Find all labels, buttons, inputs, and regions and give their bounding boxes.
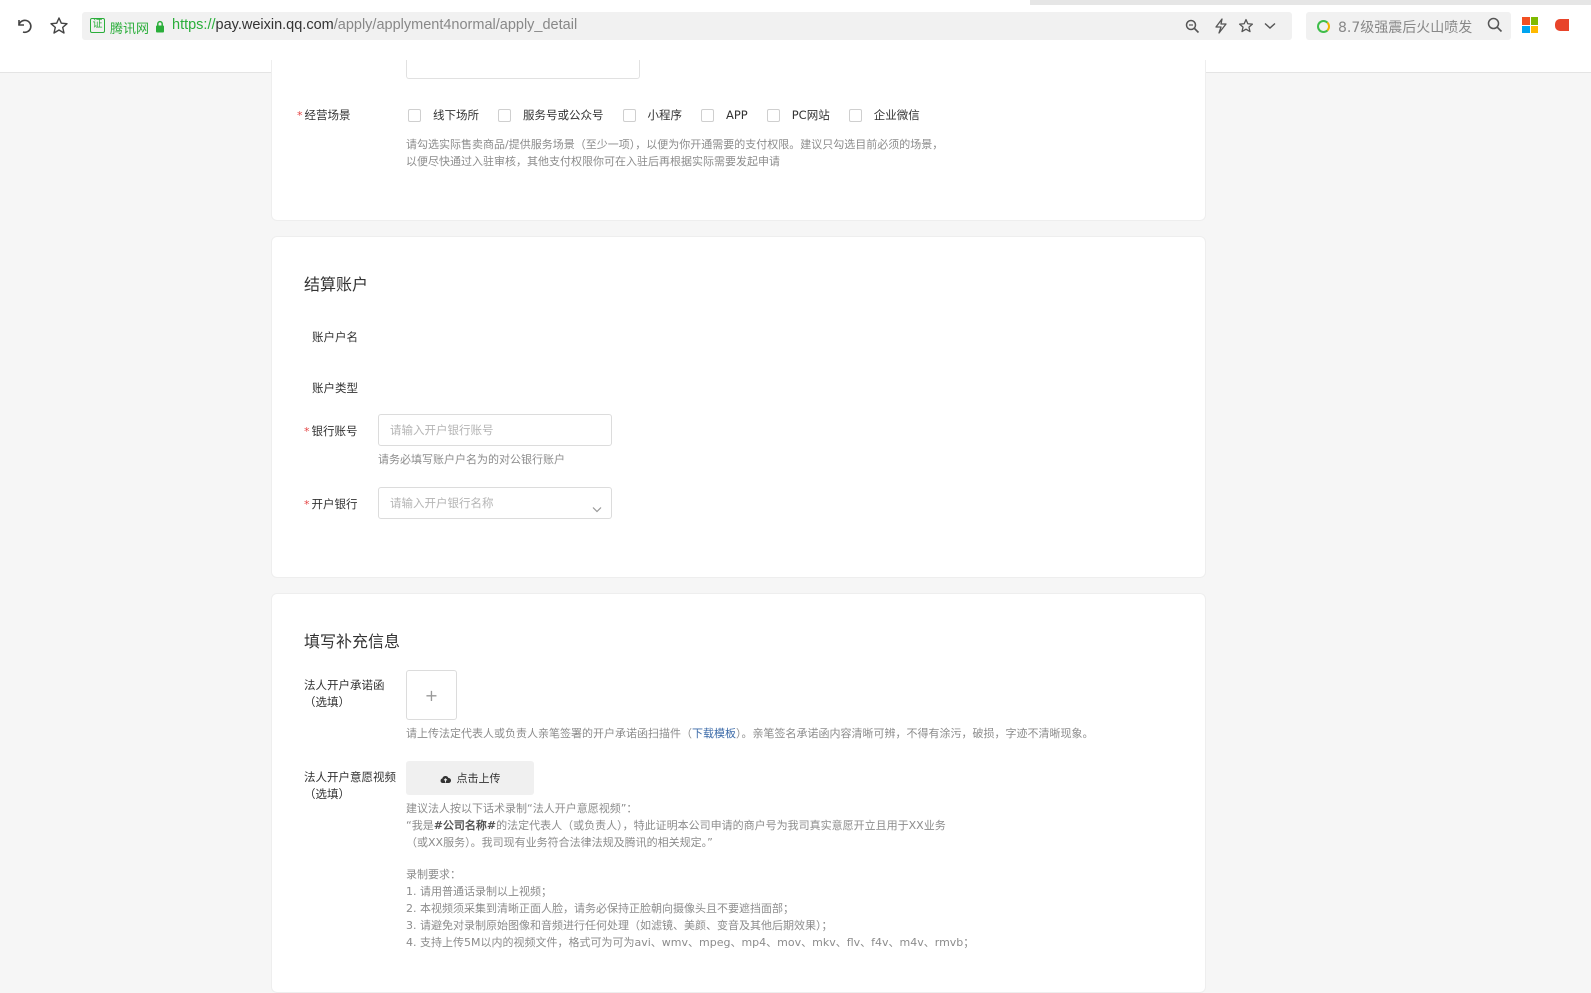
hint-text: 请上传法定代表人或负责人亲笔签署的开户承诺函扫描件（ [406, 727, 692, 740]
checkbox-wecom[interactable]: 企业微信 [848, 107, 920, 123]
checkbox-box[interactable] [622, 108, 636, 122]
intent-video-label: 法人开户意愿视频 （选填） [304, 769, 396, 803]
checkbox-label: 服务号或公众号 [523, 108, 604, 122]
hint-text: 的法定代表人（或负责人），特此证明本公司申请的商户号为我司真实意愿开立且用于XX… [496, 819, 946, 832]
chevron-down-icon[interactable] [592, 498, 602, 517]
url-host: pay.weixin.qq.com [215, 17, 334, 33]
hint-line: 以便尽快通过入驻审核，其他支付权限你可在入驻后再根据实际需要发起申请 [406, 155, 780, 168]
checkbox-mini-program[interactable]: 小程序 [622, 107, 683, 123]
upload-video-button[interactable]: 点击上传 [406, 761, 534, 795]
business-scene-label-text: 经营场景 [304, 108, 351, 122]
section-title: 结算账户 [304, 275, 369, 294]
requirements-title: 录制要求： [406, 868, 461, 881]
commitment-letter-label: 法人开户承诺函 （选填） [304, 677, 385, 711]
account-type-label: 账户类型 [312, 381, 358, 395]
address-bar[interactable]: 证 腾讯网 https://pay.weixin.qq.com/apply/ap… [82, 12, 1292, 40]
bank-account-hint: 请务必填写账户户名为的对公银行账户 [378, 453, 565, 466]
checkbox-box[interactable] [701, 108, 714, 122]
account-name-label: 账户户名 [312, 330, 358, 344]
checkbox-official-account[interactable]: 服务号或公众号 [498, 107, 604, 123]
company-name-placeholder: #公司名称# [433, 819, 497, 832]
checkbox-label: PC网站 [791, 108, 830, 122]
lock-icon [155, 18, 165, 37]
commitment-letter-upload[interactable]: + [406, 670, 457, 720]
settlement-account-card: 结算账户 账户户名 账户类型 *银行账号 请务必填写账户户名为的对公银行账户 *… [271, 236, 1206, 578]
certificate-icon[interactable]: 证 [90, 18, 105, 33]
hint-text: “我是 [406, 819, 434, 832]
game-icon[interactable] [1555, 19, 1569, 31]
business-scene-label: * 经营场景 [297, 107, 351, 123]
url-text[interactable]: https://pay.weixin.qq.com/apply/applymen… [172, 17, 577, 33]
label-line: 法人开户意愿视频 [304, 770, 396, 784]
chevron-down-icon[interactable] [1260, 16, 1280, 36]
checkbox-offline[interactable]: 线下场所 [408, 107, 479, 123]
checkbox-box[interactable] [766, 108, 780, 122]
bookmark-star-icon[interactable] [46, 13, 72, 39]
previous-input-field[interactable] [406, 60, 640, 79]
bank-label: * 开户银行 [304, 496, 358, 512]
supplement-info-card: 填写补充信息 法人开户承诺函 （选填） + 请上传法定代表人或负责人亲笔签署的开… [271, 593, 1206, 993]
requirement-item: 4. 支持上传5M以内的视频文件，格式可为可为avi、wmv、mpeg、mp4、… [406, 936, 975, 949]
checkbox-box[interactable] [498, 108, 511, 122]
video-script-hint: 建议法人按以下话术录制“法人开户意愿视频”： “我是#公司名称#的法定代表人（或… [406, 800, 974, 951]
required-mark: * [304, 498, 310, 511]
label-line: （选填） [304, 695, 350, 709]
business-info-card: * 经营场景 线下场所 服务号或公众号 小程序 APP PC网站 企业微信 请勾选… [271, 60, 1206, 221]
hint-line: “我是#公司名称#的法定代表人（或负责人），特此证明本公司申请的商户号为我司真实… [406, 817, 974, 834]
hint-line: （或XX服务）。我司现有业务符合法律法规及腾讯的相关规定。” [406, 836, 713, 849]
cloud-upload-icon [440, 769, 451, 788]
checkbox-app[interactable]: APP [701, 108, 748, 122]
apps-grid-icon[interactable] [1522, 17, 1538, 33]
hint-text: ）。亲笔签名承诺函内容清晰可辨，不得有涂污，破损，字迹不清晰现象。 [736, 727, 1094, 740]
certificate-name: 腾讯网 [110, 22, 150, 37]
checkbox-box[interactable] [408, 108, 421, 122]
checkbox-label: 企业微信 [873, 108, 920, 122]
hint-line: 建议法人按以下话术录制“法人开户意愿视频”： [406, 802, 638, 815]
business-scene-checkboxes: 线下场所 服务号或公众号 小程序 APP PC网站 企业微信 [408, 107, 939, 123]
bank-account-label-text: 银行账号 [311, 424, 358, 438]
bank-select[interactable] [378, 487, 612, 519]
checkbox-label: APP [726, 108, 748, 122]
undo-icon[interactable] [11, 13, 37, 39]
bank-account-input-wrapper [378, 414, 612, 446]
bank-select-input[interactable] [379, 488, 611, 518]
checkbox-pc-website[interactable]: PC网站 [766, 107, 830, 123]
label-line: （选填） [304, 787, 350, 801]
plus-icon: + [424, 685, 439, 705]
search-suggestion[interactable]: 8.7级强震后火山喷发 [1338, 17, 1472, 37]
commitment-letter-hint: 请上传法定代表人或负责人亲笔签署的开户承诺函扫描件（下载模板）。亲笔签名承诺函内… [406, 725, 1094, 742]
business-scene-hint: 请勾选实际售卖商品/提供服务场景（至少一项），以便为你开通需要的支付权限。建议只… [406, 136, 943, 170]
favorite-star-icon[interactable] [1236, 16, 1256, 36]
bank-label-text: 开户银行 [311, 497, 358, 511]
requirement-item: 1. 请用普通话录制以上视频； [406, 885, 552, 898]
search-engine-icon [1317, 20, 1330, 33]
label-line: 法人开户承诺函 [304, 678, 385, 692]
zoom-icon[interactable] [1182, 16, 1202, 36]
url-scheme: https:// [172, 17, 216, 33]
requirement-item: 3. 请避免对录制原始图像和音频进行任何处理（如滤镜、美颜、变音及其他后期效果）… [406, 919, 833, 932]
bank-account-input[interactable] [379, 415, 611, 445]
download-template-link[interactable]: 下载模板 [692, 727, 736, 740]
hint-line: 请勾选实际售卖商品/提供服务场景（至少一项），以便为你开通需要的支付权限。建议只… [406, 138, 944, 151]
required-mark: * [304, 425, 310, 438]
required-mark: * [297, 109, 303, 122]
requirement-item: 2. 本视频须采集到清晰正面人脸，请务必保持正脸朝向摄像头且不要遮挡面部； [406, 902, 794, 915]
checkbox-label: 小程序 [647, 108, 683, 122]
url-path: /apply/applyment4normal/apply_detail [333, 17, 578, 33]
checkbox-label: 线下场所 [433, 108, 479, 122]
section-title: 填写补充信息 [304, 632, 401, 651]
bank-account-label: * 银行账号 [304, 423, 358, 439]
lightning-icon[interactable] [1211, 16, 1231, 36]
search-box[interactable]: 8.7级强震后火山喷发 [1306, 12, 1511, 40]
search-icon[interactable] [1487, 17, 1503, 37]
upload-button-label: 点击上传 [456, 772, 501, 785]
checkbox-box[interactable] [848, 108, 862, 122]
